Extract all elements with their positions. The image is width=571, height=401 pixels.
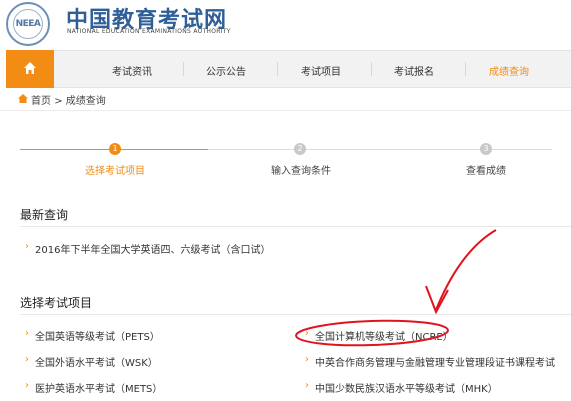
nav-item-news[interactable]: 考试资讯 [112, 63, 152, 78]
site-logo-emblem[interactable]: NEEA [6, 2, 50, 46]
chevron-right-icon: › [25, 328, 29, 339]
main-nav-bar [6, 50, 571, 88]
nav-divider [277, 62, 278, 76]
chevron-right-icon: › [305, 354, 309, 365]
step-track-line [208, 149, 552, 150]
exam-item-wsk[interactable]: 全国外语水平考试（WSK） [35, 354, 158, 369]
exam-item-mets[interactable]: 医护英语水平考试（METS） [35, 380, 162, 395]
step-3-label: 查看成绩 [466, 166, 506, 177]
site-subtitle: NATIONAL EDUCATION EXAMINATIONS AUTHORIT… [67, 28, 231, 35]
divider [0, 110, 571, 111]
breadcrumb-current: 成绩查询 [65, 96, 106, 107]
annotation-arrow-icon [435, 229, 497, 311]
home-button[interactable] [6, 50, 54, 88]
nav-divider [465, 62, 466, 76]
breadcrumb: 首页 > 成绩查询 [31, 92, 106, 107]
nav-item-score-query[interactable]: 成绩查询 [489, 63, 529, 78]
section-divider [20, 226, 571, 227]
exam-item-business-management[interactable]: 中英合作商务管理与金融管理专业管理段证书课程考试 [315, 354, 555, 369]
latest-query-title: 最新查询 [20, 208, 69, 222]
nav-item-registration[interactable]: 考试报名 [394, 63, 434, 78]
logo-emblem-text: NEEA [13, 9, 43, 39]
breadcrumb-home-link[interactable]: 首页 [31, 96, 51, 107]
step-1-marker: 1 [109, 143, 121, 155]
step-2-marker: 2 [294, 143, 306, 155]
nav-divider [183, 62, 184, 76]
chevron-right-icon: › [25, 354, 29, 365]
section-divider [20, 314, 571, 315]
chevron-right-icon: › [305, 328, 309, 339]
step-3-marker: 3 [480, 143, 492, 155]
step-1-label: 选择考试项目 [85, 166, 145, 177]
nav-item-announcements[interactable]: 公示公告 [206, 63, 246, 78]
nav-divider [371, 62, 372, 76]
breadcrumb-home-icon [18, 94, 28, 103]
exam-item-ncre[interactable]: 全国计算机等级考试（NCRE） [315, 328, 453, 343]
select-exam-title: 选择考试项目 [20, 296, 93, 310]
breadcrumb-separator: > [54, 96, 63, 107]
annotation-arrowhead-icon [425, 285, 449, 315]
chevron-right-icon: › [25, 241, 29, 252]
chevron-right-icon: › [25, 380, 29, 391]
step-2-label: 输入查询条件 [271, 166, 331, 177]
nav-item-exam-projects[interactable]: 考试项目 [301, 63, 341, 78]
home-icon [24, 62, 36, 74]
exam-item-mhk[interactable]: 中国少数民族汉语水平等级考试（MHK） [315, 380, 498, 395]
chevron-right-icon: › [305, 380, 309, 391]
exam-item-pets[interactable]: 全国英语等级考试（PETS） [35, 328, 160, 343]
latest-query-item[interactable]: 2016年下半年全国大学英语四、六级考试（含口试） [35, 241, 270, 256]
